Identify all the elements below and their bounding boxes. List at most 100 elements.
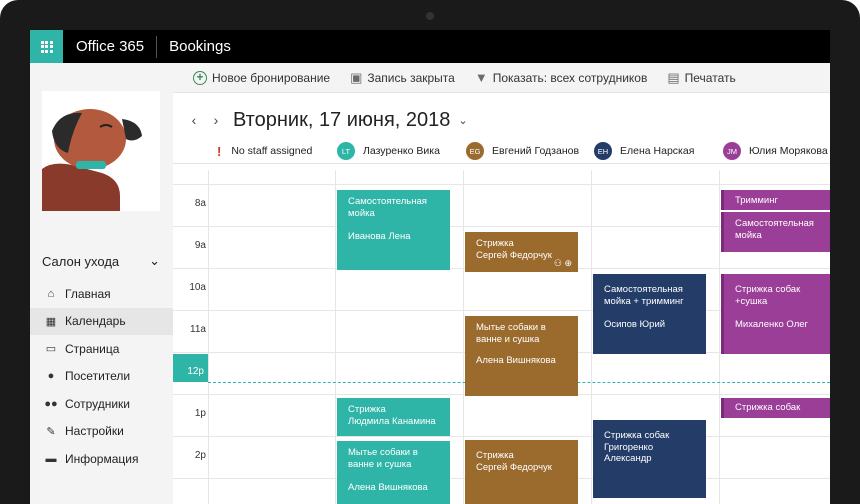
time-label: 12p [187, 366, 204, 377]
staff-column-elena[interactable]: EH Елена Нарская [594, 138, 694, 164]
appointment-card[interactable]: Стрижка собак [721, 398, 830, 418]
sidebar-item-customers[interactable]: ● Посетители [30, 363, 173, 391]
staff-filter-label: Показать: всех сотрудников [492, 70, 648, 85]
grid-line [591, 170, 592, 504]
sidebar-item-calendar[interactable]: ▦ Календарь [30, 307, 173, 335]
appointment-card[interactable]: Самостоятельная мойка + тримминг Осипов … [593, 274, 706, 354]
sidebar-item-staff[interactable]: ●● Сотрудники [30, 390, 173, 418]
appointment-card[interactable]: Самостоятельная мойка Иванова Лена [337, 190, 450, 270]
sidebar-item-label: Календарь [65, 314, 126, 329]
wrench-icon: ✎ [46, 425, 56, 438]
people-icon: ●● [44, 397, 58, 410]
appointment-card[interactable]: Стрижка собак +сушка Михаленко Олег [721, 274, 830, 354]
grid-line [208, 170, 209, 504]
time-label: 2p [194, 450, 206, 461]
printer-icon: ▤ [667, 69, 680, 85]
closed-entry-button[interactable]: ▣ Запись закрыта [350, 70, 455, 86]
next-day-button[interactable]: › [205, 112, 227, 128]
command-toolbar: + Новое бронирование ▣ Запись закрыта ▼ … [173, 63, 830, 93]
staff-name: No staff assigned [231, 145, 313, 157]
appointment-client: Людмила Канамина [348, 415, 436, 427]
appointment-client: Осипов Юрий [604, 319, 666, 330]
date-navigator: ‹ › Вторник, 17 июня, 2018 ⌄ [173, 105, 468, 135]
appointment-client: Алена Вишнякова [348, 482, 428, 493]
appointment-title: Стрижка собак [604, 430, 670, 441]
grid-line [173, 436, 830, 437]
calendar-grid: 8a 9a 10a 11a 12p 1p 2p Самостоятельная … [173, 170, 830, 504]
staff-name: Юлия Морякова [749, 145, 828, 157]
staff-name: Елена Нарская [620, 145, 695, 157]
home-icon: ⌂ [47, 287, 55, 300]
appointment-card[interactable]: Стрижка Сергей Федорчук ⚇ ⊕ [465, 232, 578, 272]
add-circle-icon: + [193, 70, 207, 85]
closed-entry-label: Запись закрыта [367, 70, 455, 85]
sidebar-nav: ⌂ Главная ▦ Календарь ▭ Страница ● Посет… [30, 280, 173, 473]
appointment-title: Тримминг [735, 195, 778, 206]
sidebar-item-page[interactable]: ▭ Страница [30, 335, 173, 363]
appointment-client: Григоренко Александр [604, 441, 654, 465]
appointment-title: Мытье собаки в ванне и сушка [476, 322, 546, 345]
new-booking-button[interactable]: + Новое бронирование [193, 70, 331, 85]
time-label: 11a [190, 324, 206, 335]
staff-name: Лазуренко Вика [363, 145, 440, 157]
appointment-title: Стрижка собак [735, 402, 801, 413]
sidebar-item-label: Страница [65, 341, 120, 356]
appointment-client: Иванова Лена [348, 231, 411, 242]
staff-column-unassigned[interactable]: ! No staff assigned [217, 138, 312, 164]
staff-column-vika[interactable]: LT Лазуренко Вика [337, 138, 440, 164]
chevron-down-icon: ⌄ [149, 253, 160, 268]
appointment-title: Стрижка [476, 238, 514, 249]
appointment-card[interactable]: Мытье собаки в ванне и сушка Алена Вишня… [465, 316, 578, 396]
print-label: Печатать [684, 70, 736, 85]
business-selector[interactable]: Салон ухода ⌄ [42, 253, 160, 269]
staff-header: ! No staff assigned LT Лазуренко Вика EG… [173, 138, 830, 164]
grid-line [173, 184, 830, 185]
sidebar-item-settings[interactable]: ✎ Настройки [30, 418, 173, 446]
appointment-card[interactable]: Стрижка Сергей Федорчук [465, 440, 578, 504]
camera-dot [426, 12, 434, 20]
grid-line [335, 170, 336, 504]
sidebar-item-home[interactable]: ⌂ Главная [30, 280, 173, 308]
online-booking-icon: ⚇ ⊕ [553, 257, 572, 268]
appointment-card[interactable]: Тримминг [721, 190, 830, 210]
appointment-card[interactable]: Мытье собаки в ванне и сушка Алена Вишня… [337, 441, 450, 504]
sidebar-item-label: Настройки [65, 424, 124, 439]
sidebar-item-label: Главная [65, 286, 111, 301]
avatar: EG [466, 142, 484, 160]
grid-line [719, 170, 720, 504]
appointment-card[interactable]: Стрижка Людмила Канамина [337, 398, 450, 436]
sidebar-item-info[interactable]: ▬ Информация [30, 445, 173, 473]
appointment-card[interactable]: Стрижка собак Григоренко Александр [593, 420, 706, 498]
business-logo [42, 91, 160, 211]
appointment-title: Самостоятельная мойка + тримминг [604, 284, 684, 307]
appointment-client: Алена Вишнякова [476, 355, 556, 366]
time-label: 1p [194, 408, 206, 419]
new-booking-label: Новое бронирование [212, 70, 331, 85]
chevron-down-icon[interactable]: ⌄ [458, 114, 467, 127]
brand-name[interactable]: Office 365 [63, 38, 156, 55]
app-launcher-icon[interactable] [30, 30, 63, 63]
grid-line [463, 170, 464, 504]
previous-day-button[interactable]: ‹ [183, 112, 205, 128]
app-name[interactable]: Bookings [157, 38, 231, 55]
warning-icon: ! [217, 143, 222, 159]
appointment-card[interactable]: Самостоятельная мойка [721, 212, 830, 252]
calendar-clock-icon: ▣ [350, 69, 363, 85]
staff-name: Евгений Годзанов [492, 145, 580, 157]
staff-filter-button[interactable]: ▼ Показать: всех сотрудников [475, 70, 648, 85]
time-label: 10a [189, 282, 206, 293]
appointment-title: Стрижка [348, 404, 386, 415]
appointment-title: Самостоятельная мойка [735, 218, 814, 241]
appointment-title: Мытье собаки в ванне и сушка [348, 447, 418, 470]
time-label: 9a [194, 240, 206, 251]
current-date[interactable]: Вторник, 17 июня, 2018 [233, 109, 450, 132]
print-button[interactable]: ▤ Печатать [667, 70, 735, 86]
avatar: JM [723, 142, 741, 160]
staff-column-evgeniy[interactable]: EG Евгений Годзанов [466, 138, 579, 164]
staff-column-yulia[interactable]: JM Юлия Морякова [723, 138, 828, 164]
business-name: Салон ухода [42, 253, 120, 269]
appointment-client: Сергей Федорчук [476, 461, 552, 473]
avatar: LT [337, 142, 355, 160]
sidebar-item-label: Информация [65, 451, 139, 466]
appointment-title: Стрижка [476, 450, 514, 461]
